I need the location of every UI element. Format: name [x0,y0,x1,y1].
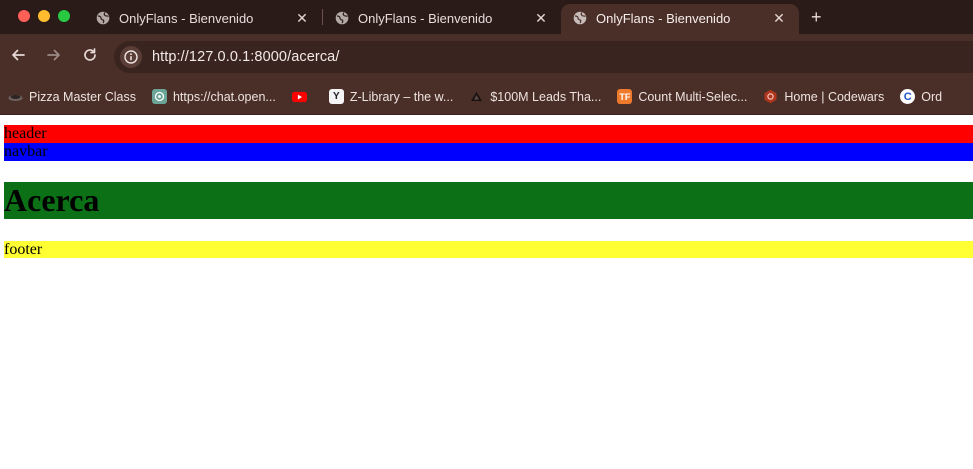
bookmark-count-multi-select[interactable]: TF Count Multi-Selec... [617,89,747,104]
window-minimize-button[interactable] [38,10,50,22]
bookmark-codewars[interactable]: Home | Codewars [763,89,884,104]
window-maximize-button[interactable] [58,10,70,22]
globe-icon [96,11,110,25]
bookmark-label: Count Multi-Selec... [638,89,748,104]
window-controls [0,10,84,34]
bookmark-label: Pizza Master Class [29,89,136,104]
tab-close-icon[interactable]: ✕ [533,10,549,27]
bookmark-label: Home | Codewars [784,89,885,104]
bookmark-zlibrary[interactable]: Y Z-Library – the w... [328,89,454,104]
browser-tab-2[interactable]: OnlyFlans - Bienvenido ✕ [323,4,561,34]
page-navbar: navbar [4,143,973,161]
youtube-icon [291,89,307,104]
tab-close-icon[interactable]: ✕ [771,10,787,27]
bookmark-label: $100M Leads Tha... [490,89,602,104]
window-close-button[interactable] [18,10,30,22]
page-header: header [4,125,973,143]
browser-toolbar: http://127.0.0.1:8000/acerca/ [0,34,973,79]
codewars-icon [763,89,778,104]
bookmark-youtube[interactable] [291,89,313,104]
bookmark-label: https://chat.open... [172,89,276,104]
c-icon: C [900,89,916,104]
reload-icon[interactable] [80,47,100,67]
bookmark-ord[interactable]: C Ord [900,89,942,104]
url-text[interactable]: http://127.0.0.1:8000/acerca/ [152,49,340,65]
bookmark-100m-leads[interactable]: $100M Leads Tha... [469,89,601,104]
bookmarks-bar: Pizza Master Class https://chat.open... … [0,79,973,115]
zlibrary-icon: Y [328,89,344,104]
bookmark-label: Ord [921,89,943,104]
globe-icon [335,11,349,25]
triangle-icon [469,89,484,104]
page-title: Acerca [4,182,100,218]
new-tab-button[interactable]: + [799,7,832,34]
back-arrow-icon[interactable] [8,47,28,67]
page-body: header navbar Acerca footer [4,125,973,258]
tf-icon: TF [617,89,633,104]
chatgpt-icon [151,89,167,104]
tab-strip: OnlyFlans - Bienvenido ✕ OnlyFlans - Bie… [0,0,973,34]
bookmark-pizza-master-class[interactable]: Pizza Master Class [8,89,136,104]
tab-title: OnlyFlans - Bienvenido [596,10,731,26]
browser-tab-1[interactable]: OnlyFlans - Bienvenido ✕ [84,4,322,34]
tab-title: OnlyFlans - Bienvenido [358,10,493,26]
bookmark-chatgpt[interactable]: https://chat.open... [151,89,276,104]
globe-icon [573,11,587,25]
browser-tab-active[interactable]: OnlyFlans - Bienvenido ✕ [561,4,799,34]
address-bar[interactable]: http://127.0.0.1:8000/acerca/ [113,40,973,73]
pizza-icon [8,89,23,104]
tab-title: OnlyFlans - Bienvenido [119,10,254,26]
page-viewport: header navbar Acerca footer [0,117,973,469]
page-footer: footer [4,241,973,258]
page-main: Acerca [4,182,973,219]
bookmark-label: Z-Library – the w... [349,89,454,104]
tab-close-icon[interactable]: ✕ [294,10,310,27]
forward-arrow-icon[interactable] [44,47,64,67]
site-info-icon[interactable] [119,45,142,68]
